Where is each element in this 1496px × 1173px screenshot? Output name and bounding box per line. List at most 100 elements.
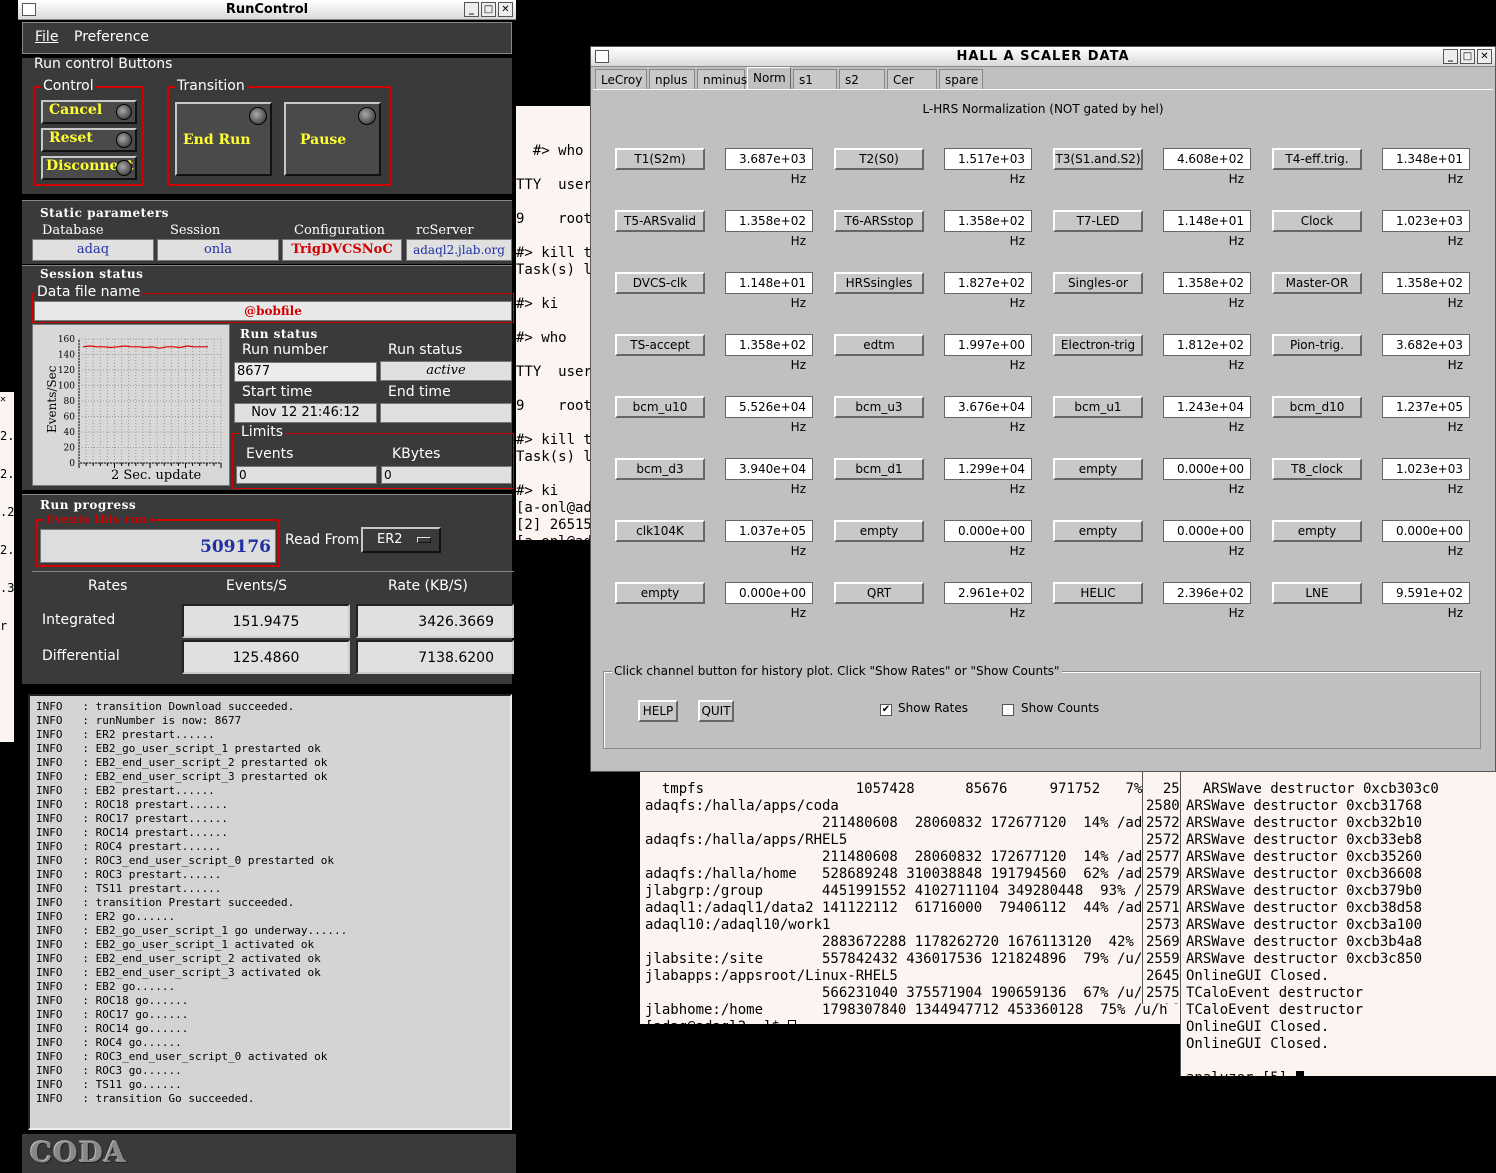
channel-button[interactable]: bcm_d3 [615,458,705,480]
knob-icon [249,107,267,125]
pause-button[interactable]: Pause [284,102,381,176]
cancel-button[interactable]: Cancel [41,100,137,124]
channel-button[interactable]: clk104K [615,520,705,542]
channel-button[interactable]: Clock [1272,210,1362,232]
channel-value: 1.358e+02 Hz [725,210,813,248]
knob-icon [116,104,132,120]
data-file-field: @bobfile [34,301,512,321]
end-time-label: End time [388,384,451,400]
close-icon[interactable]: ✕ [0,394,12,406]
channel-button[interactable]: T8_clock [1272,458,1362,480]
channel-button[interactable]: HELIC [1053,582,1143,604]
session-status-panel: Session status Data file name @bobfile 1… [22,265,514,490]
graph-tick-label: 80 [64,397,76,407]
integrated-label: Integrated [42,612,116,628]
tab-s2[interactable]: s2 [839,69,885,89]
run-status-label: Run status [240,327,318,341]
tab-spare[interactable]: spare [939,69,983,89]
close-icon[interactable]: ✕ [1477,49,1492,64]
channel-button[interactable]: bcm_u3 [834,396,924,418]
channel-button[interactable]: T4-eff.trig. [1272,148,1362,170]
end-run-button[interactable]: End Run [175,102,272,176]
channel-button[interactable]: LNE [1272,582,1362,604]
message-log-lines: INFO : transition Download succeeded. INF… [30,696,510,1110]
channel-button[interactable]: TS-accept [615,334,705,356]
start-time-field: Nov 12 21:46:12 [234,403,377,423]
coda-logo: CODA [30,1136,127,1169]
help-button[interactable]: HELP [638,700,678,722]
show-counts-checkbox[interactable] [1002,704,1014,716]
channel-button[interactable]: empty [1053,458,1143,480]
tab-lecroy[interactable]: LeCroy [595,69,647,89]
log-line: INFO : EB2 go...... [36,980,176,993]
maximize-icon[interactable]: □ [481,2,496,17]
start-time-label: Start time [242,384,313,400]
channel-button[interactable]: T6-ARSstop [834,210,924,232]
channel-button[interactable]: HRSsingles [834,272,924,294]
runcontrol-titlebar[interactable]: RunControl _ □ ✕ [18,0,516,20]
middle-terminal[interactable]: #> who TTY user 9 root #> kill t Task(s)… [516,106,596,540]
minimize-icon[interactable]: _ [464,2,479,17]
channel-button[interactable]: DVCS-clk [615,272,705,294]
df-terminal[interactable]: tmpfs 1057428 85676 971752 7% /tmp adaqf… [640,764,1180,1024]
reset-button[interactable]: Reset [41,128,137,152]
integrated-events-field: 151.9475 [182,604,350,638]
channel-button[interactable]: T5-ARSvalid [615,210,705,232]
channel-button[interactable]: empty [1053,520,1143,542]
run-progress-panel: Run progress Events this run 509176 Read… [22,494,514,684]
minimize-icon[interactable]: _ [1443,49,1458,64]
channel-button[interactable]: T7-LED [1053,210,1143,232]
close-icon[interactable]: ✕ [498,2,513,17]
message-log[interactable]: INFO : transition Download succeeded. INF… [28,694,512,1130]
analyzer-terminal[interactable]: ARSWave destructor 0xcb303c0 ARSWave des… [1180,764,1496,1076]
kbytes-limit-label: KBytes [392,446,441,462]
log-line: INFO : EB2_go_user_script_1 go underway.… [36,924,348,937]
log-line: INFO : ROC4 go...... [36,1036,182,1049]
session-status-label: Session status [38,266,146,282]
show-rates-checkbox[interactable]: ✔ [880,704,892,716]
channel-button[interactable]: T3(S1.and.S2) [1053,148,1143,170]
database-label: Database [42,223,104,238]
menu-preference[interactable]: Preference [74,29,149,45]
channel-value: 1.037e+05 Hz [725,520,813,558]
channel-button[interactable]: T2(S0) [834,148,924,170]
channel-button[interactable]: bcm_u10 [615,396,705,418]
window-menu-icon[interactable] [22,3,36,16]
window-menu-icon[interactable] [595,50,609,63]
channel-button[interactable]: QRT [834,582,924,604]
events-limit-input[interactable]: 0 [236,466,377,484]
menu-file[interactable]: File [35,29,58,45]
tab-norm[interactable]: Norm [747,67,791,90]
channel-button[interactable]: bcm_d10 [1272,396,1362,418]
pid-terminal[interactable]: 258 2580 2572 2572 2577 2579 2579 2571 2… [1142,764,1182,1004]
channel-button[interactable]: Singles-or [1053,272,1143,294]
quit-button[interactable]: QUIT [698,700,734,722]
channel-button[interactable]: T1(S2m) [615,148,705,170]
read-from-select[interactable]: ER2 [361,527,441,553]
cursor-icon [1295,1070,1304,1076]
channel-button[interactable]: empty [1272,520,1362,542]
channel-button[interactable]: empty [615,582,705,604]
tab-nminus[interactable]: nminus [697,69,747,89]
channel-button[interactable]: bcm_d1 [834,458,924,480]
channel-button[interactable]: Master-OR [1272,272,1362,294]
disconnect-button[interactable]: Disconnect [41,156,137,180]
tab-nplus[interactable]: nplus [649,69,695,89]
log-line: INFO : transition Go succeeded. [36,1092,255,1105]
tab-s1[interactable]: s1 [793,69,837,89]
log-line: INFO : ROC3_end_user_script_0 prestarted… [36,854,335,867]
scaler-titlebar[interactable]: HALL A SCALER DATA _ □ ✕ [591,47,1495,67]
channel-button[interactable]: Electron-trig [1053,334,1143,356]
log-line: INFO : EB2_go_user_script_1 prestarted o… [36,742,321,755]
rates-header: Rates [88,578,128,594]
channel-button[interactable]: edtm [834,334,924,356]
graph-tick-label: 0 [69,459,75,469]
maximize-icon[interactable]: □ [1460,49,1475,64]
kbytes-limit-input[interactable]: 0 [381,466,512,484]
differential-events-field: 125.4860 [182,640,350,674]
channel-button[interactable]: empty [834,520,924,542]
channel-button[interactable]: Pion-trig. [1272,334,1362,356]
channel-button[interactable]: bcm_u1 [1053,396,1143,418]
dropdown-indicator-icon [417,537,431,543]
tab-cer[interactable]: Cer [887,69,937,89]
